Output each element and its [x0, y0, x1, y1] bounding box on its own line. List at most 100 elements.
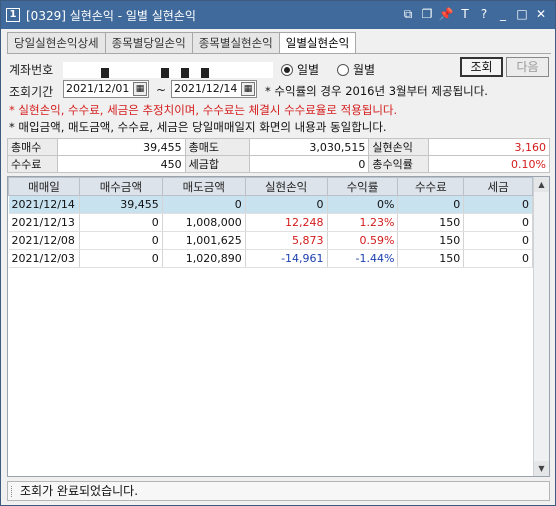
- cell-buy: 0: [79, 249, 163, 268]
- tab-bar: 당일실현손익상세 종목별당일손익 종목별실현손익 일별실현손익: [7, 32, 357, 54]
- column-header[interactable]: 매수금액: [78, 177, 163, 196]
- cell-sell: 0: [162, 195, 246, 214]
- summary-label: 수수료: [7, 155, 58, 173]
- masked-digit: [201, 68, 209, 78]
- text-icon[interactable]: T: [457, 6, 473, 22]
- cell-buy: 39,455: [79, 195, 163, 214]
- status-bar: 조회가 완료되었습니다.: [7, 481, 550, 501]
- radio-monthly[interactable]: 월별: [337, 61, 375, 78]
- main-window: 1 [0329] 실현손익 - 일별 실현손익 ⧉ ❐ 📌 T? _ □ ✕ 당일실현손익상…: [0, 0, 556, 506]
- grid-table: 매매일 매수금액 매도금액 실현손익 수익률 수수료 세금 2021/12/14 39,455…: [8, 177, 533, 268]
- masked-digit: [161, 68, 169, 78]
- cell-buy: 0: [79, 231, 163, 250]
- date-to-input[interactable]: 2021/12/14 ▦: [171, 80, 257, 98]
- table-row[interactable]: 2021/12/03 0 1,020,890 -14,961 -1.44% 150 0: [8, 249, 533, 268]
- cell-rate: 0.59%: [327, 231, 399, 250]
- radio-monthly-label: 월별: [353, 63, 376, 77]
- cell-fee: 150: [397, 231, 465, 250]
- period-label: 조회기간: [9, 85, 54, 99]
- query-button[interactable]: 조회: [460, 57, 503, 77]
- tab-4[interactable]: 일별실현손익: [278, 32, 357, 54]
- table-row[interactable]: 2021/12/13 0 1,008,000 12,248 1.23% 150 0: [8, 213, 533, 232]
- warning-note: * 실현손익, 수수료, 세금은 추정치이며, 수수료는 체결시 수수료율로 적…: [9, 103, 398, 117]
- cell-tax: 0: [463, 195, 533, 214]
- title-bar-icons: ⧉ ❐ 📌 T? _ □ ✕: [400, 6, 549, 22]
- status-grip: [11, 486, 14, 497]
- info-note: * 매입금액, 매도금액, 수수료, 세금은 당일매매일지 화면의 내용과 동일…: [9, 120, 387, 134]
- table-row[interactable]: 2021/12/14 39,455 0 0 0% 0 0: [8, 195, 533, 214]
- minimize-icon[interactable]: _: [495, 6, 511, 22]
- next-button[interactable]: 다음: [506, 57, 549, 77]
- cell-tax: 0: [463, 213, 533, 232]
- copy-icon[interactable]: ❐: [419, 6, 435, 22]
- cell-date: 2021/12/08: [8, 231, 80, 250]
- masked-digit: [101, 68, 109, 78]
- account-number-field[interactable]: [63, 62, 273, 78]
- cell-fee: 0: [397, 195, 465, 214]
- summary-label: 세금합: [184, 155, 250, 173]
- status-message: 조회가 완료되었습니다.: [20, 484, 139, 498]
- radio-daily-dot: [281, 63, 293, 76]
- scroll-down-arrow[interactable]: ▼: [534, 461, 549, 476]
- date-to-value: 2021/12/14: [174, 82, 238, 95]
- date-from-value: 2021/12/01: [66, 82, 130, 95]
- scroll-up-arrow[interactable]: ▲: [534, 177, 549, 192]
- summary-value: 3,160: [428, 138, 550, 156]
- title-bar[interactable]: 1 [0329] 실현손익 - 일별 실현손익 ⧉ ❐ 📌 T? _ □ ✕: [1, 1, 555, 29]
- vertical-scrollbar[interactable]: ▲ ▼: [533, 177, 549, 476]
- column-header[interactable]: 수수료: [397, 177, 465, 196]
- maximize-icon[interactable]: □: [514, 6, 530, 22]
- column-header[interactable]: 매도금액: [161, 177, 246, 196]
- summary-value: 0: [248, 155, 370, 173]
- summary-label: 실현손익: [368, 138, 430, 156]
- tab-1[interactable]: 당일실현손익상세: [7, 32, 106, 53]
- cell-tax: 0: [463, 231, 533, 250]
- radio-monthly-dot: [337, 63, 349, 76]
- cell-sell: 1,001,625: [162, 231, 246, 250]
- cell-date: 2021/12/03: [8, 249, 80, 268]
- close-icon[interactable]: ✕: [533, 6, 549, 22]
- masked-digit: [181, 68, 189, 78]
- cell-sell: 1,020,890: [162, 249, 246, 268]
- table-row[interactable]: 2021/12/08 0 1,001,625 5,873 0.59% 150 0: [8, 231, 533, 250]
- window-number-badge: 1: [6, 8, 20, 22]
- tab-3[interactable]: 종목별실현손익: [191, 32, 280, 53]
- summary-row: 총매수 39,455 총매도 3,030,515 실현손익 3,160: [7, 138, 550, 156]
- help-icon[interactable]: ?: [476, 6, 492, 22]
- column-header[interactable]: 매매일: [8, 177, 80, 196]
- cell-pnl: -14,961: [245, 249, 328, 268]
- radio-daily[interactable]: 일별: [281, 61, 319, 78]
- summary-value: 39,455: [56, 138, 186, 156]
- cell-tax: 0: [463, 249, 533, 268]
- window-icon[interactable]: ⧉: [400, 6, 416, 22]
- cell-rate: 0%: [327, 195, 399, 214]
- daily-pnl-grid[interactable]: 매매일 매수금액 매도금액 실현손익 수익률 수수료 세금 2021/12/14 39,455…: [7, 176, 550, 477]
- cell-sell: 1,008,000: [162, 213, 246, 232]
- cell-pnl: 5,873: [245, 231, 328, 250]
- cell-rate: 1.23%: [327, 213, 399, 232]
- summary-label: 총매도: [184, 138, 250, 156]
- yield-note: * 수익률의 경우 2016년 3월부터 제공됩니다.: [265, 84, 488, 98]
- calendar-icon[interactable]: ▦: [133, 82, 147, 96]
- pin-icon[interactable]: 📌: [438, 6, 454, 22]
- cell-pnl: 12,248: [245, 213, 328, 232]
- cell-fee: 150: [397, 249, 465, 268]
- window-title: [0329] 실현손익 - 일별 실현손익: [26, 9, 196, 23]
- calendar-icon[interactable]: ▦: [241, 82, 255, 96]
- tab-2[interactable]: 종목별당일손익: [104, 32, 193, 53]
- summary-value: 0.10%: [428, 155, 550, 173]
- cell-buy: 0: [79, 213, 163, 232]
- column-header[interactable]: 실현손익: [244, 177, 328, 196]
- account-label: 계좌번호: [9, 63, 54, 77]
- summary-value: 450: [56, 155, 186, 173]
- column-header[interactable]: 수익률: [326, 177, 399, 196]
- cell-date: 2021/12/14: [8, 195, 80, 214]
- summary-label: 총수익률: [368, 155, 430, 173]
- cell-pnl: 0: [245, 195, 328, 214]
- summary-row: 수수료 450 세금합 0 총수익률 0.10%: [7, 155, 550, 173]
- column-header[interactable]: 세금: [463, 177, 533, 196]
- cell-fee: 150: [397, 213, 465, 232]
- summary-table: 총매수 39,455 총매도 3,030,515 실현손익 3,160 수수료 450 세금합 0…: [7, 138, 550, 173]
- tab-divider: [7, 53, 551, 54]
- date-from-input[interactable]: 2021/12/01 ▦: [63, 80, 149, 98]
